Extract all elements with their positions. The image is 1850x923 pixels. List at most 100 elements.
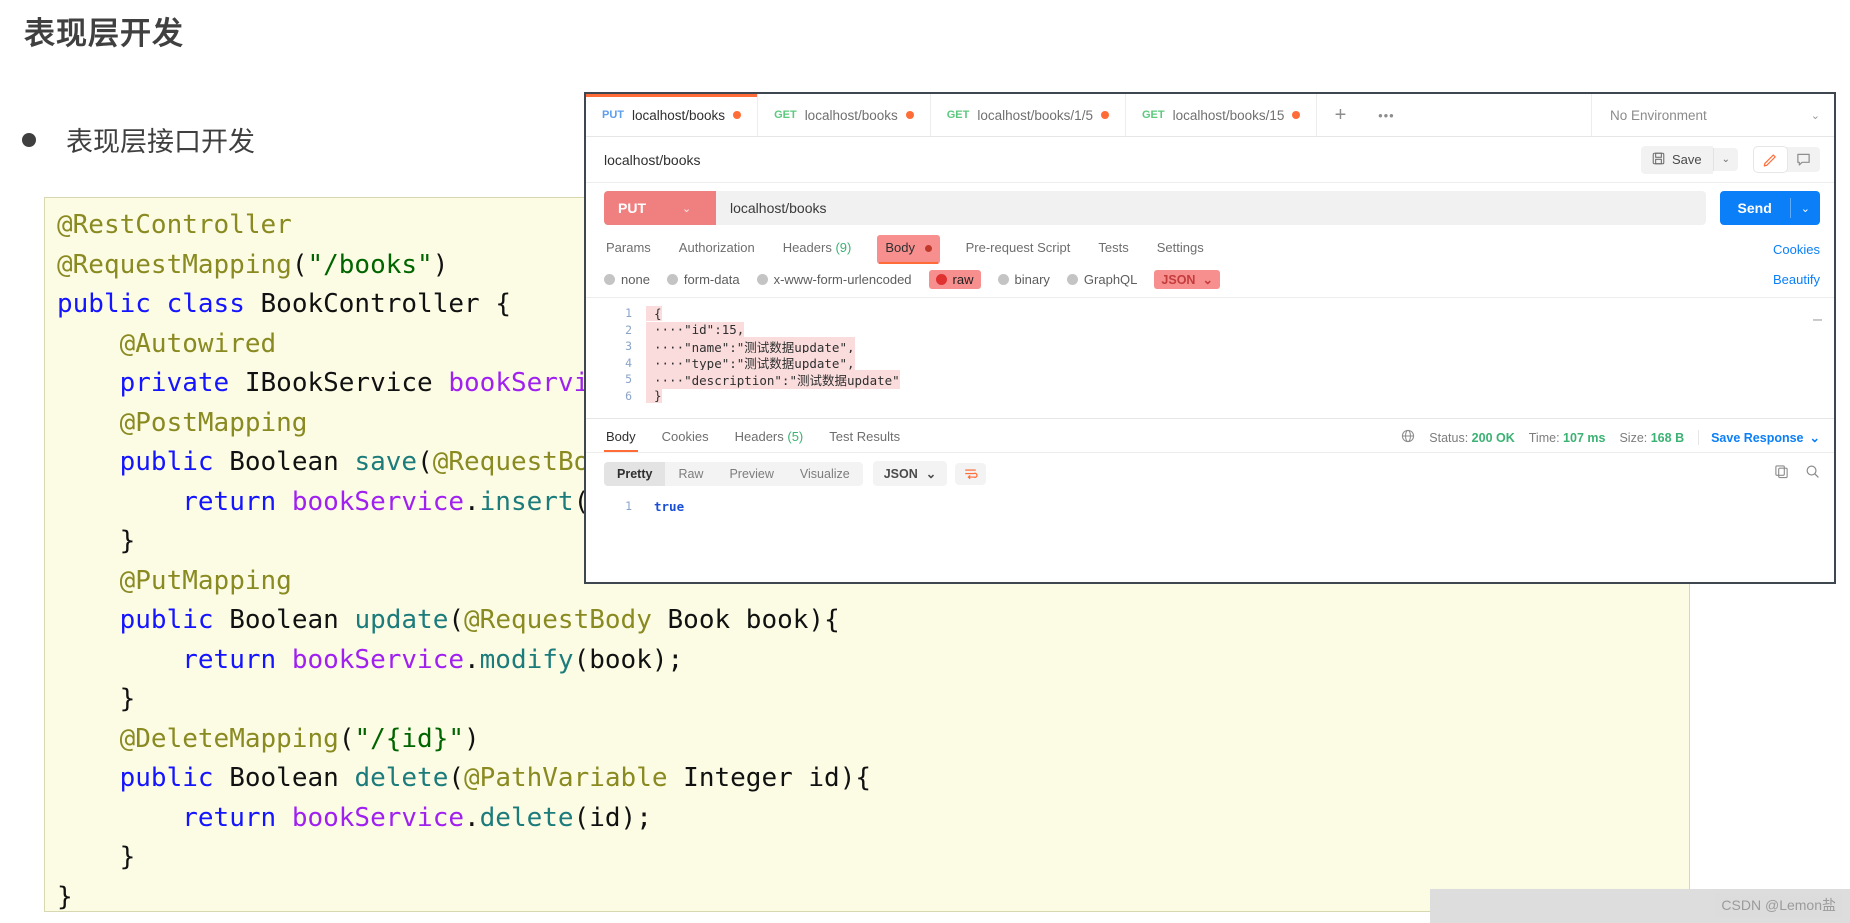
tab-method-label: PUT (602, 109, 624, 121)
tab-method-label: GET (1141, 109, 1165, 121)
unsaved-dot-icon (1292, 111, 1301, 119)
tab-method-label: GET (946, 109, 970, 121)
editor-line: 3 ····"name":"测试数据update", (586, 336, 1834, 356)
response-tab-headers[interactable]: Headers (5) (733, 423, 806, 452)
globe-icon (1401, 429, 1415, 446)
body-format-selector[interactable]: JSON ⌄ (1154, 270, 1220, 289)
tab-tests[interactable]: Tests (1096, 235, 1130, 264)
request-section-tabs: Params Authorization Headers (9) Body Pr… (586, 233, 1834, 264)
send-options-caret[interactable]: ⌄ (1789, 198, 1820, 218)
request-tab[interactable]: GET localhost/books (758, 94, 931, 136)
request-name-bar: localhost/books Save ⌄ (586, 137, 1834, 183)
save-button[interactable]: Save (1640, 145, 1713, 174)
tab-authorization[interactable]: Authorization (677, 235, 757, 264)
size-value: 168 B (1650, 430, 1685, 445)
unsaved-dot-icon (905, 111, 914, 119)
editor-line-number: 4 (625, 355, 632, 370)
request-tab[interactable]: GET localhost/books/1/5 (931, 94, 1126, 136)
watermark-label: CSDN @Lemon盐 (1715, 893, 1842, 917)
response-format-label: JSON (883, 466, 918, 481)
body-modified-dot-icon (924, 245, 932, 253)
tab-params[interactable]: Params (604, 235, 653, 264)
save-options-caret[interactable]: ⌄ (1712, 148, 1738, 171)
body-type-none[interactable]: none (604, 272, 650, 287)
response-section-tabs: Body Cookies Headers (5) Test Results St… (586, 419, 1834, 453)
bullet-item: 表现层接口开发 (22, 120, 255, 159)
response-line-number: 1 (625, 499, 632, 514)
editor-line: 4 ····"type":"测试数据update", (586, 353, 1834, 373)
response-tab-cookies[interactable]: Cookies (660, 423, 711, 452)
save-button-label: Save (1671, 152, 1702, 167)
editor-line: 1 { (586, 305, 1834, 322)
radio-icon (604, 274, 615, 285)
body-type-binary[interactable]: binary (997, 272, 1050, 287)
time-value: 107 ms (1563, 430, 1606, 445)
unsaved-dot-icon (1100, 111, 1109, 119)
radio-icon (666, 274, 678, 285)
editor-line-number: 5 (625, 372, 632, 387)
editor-line-text: ····"id":15, (646, 322, 745, 338)
view-mode-raw[interactable]: Raw (665, 462, 716, 486)
status-stat: Status: 200 OK (1429, 431, 1515, 445)
request-tab[interactable]: PUT localhost/books (586, 94, 759, 136)
body-type-raw[interactable]: raw (928, 270, 981, 289)
chevron-down-icon: ⌄ (1810, 109, 1820, 122)
bullet-label: 表现层接口开发 (66, 127, 255, 157)
body-type-urlencoded[interactable]: x-www-form-urlencoded (756, 272, 912, 287)
chevron-down-icon: ⌄ (925, 467, 937, 481)
wrap-lines-icon[interactable] (955, 462, 987, 485)
body-type-form-data[interactable]: form-data (666, 272, 740, 287)
tab-more-options-icon[interactable]: ••• (1363, 94, 1409, 136)
tab-url-label: localhost/books/1/5 (977, 107, 1093, 123)
response-tab-test-results[interactable]: Test Results (827, 423, 902, 452)
response-tab-body[interactable]: Body (604, 423, 638, 452)
body-type-row: none form-data x-www-form-urlencoded raw… (586, 264, 1834, 298)
url-row: PUT ⌄ localhost/books Send ⌄ (586, 183, 1834, 233)
request-tab-strip: PUT localhost/books GET localhost/books … (586, 94, 1834, 137)
bullet-dot-icon (22, 132, 36, 147)
view-mode-preview[interactable]: Preview (716, 462, 786, 486)
beautify-link[interactable]: Beautify (1773, 272, 1820, 287)
http-method-selector[interactable]: PUT ⌄ (604, 191, 716, 225)
collapse-icon[interactable]: — (1813, 310, 1822, 328)
add-tab-button[interactable]: + (1317, 94, 1363, 136)
tab-url-label: localhost/books/15 (1172, 107, 1285, 123)
response-format-selector[interactable]: JSON ⌄ (872, 461, 948, 486)
response-stats: Status: 200 OK Time: 107 ms Size: 168 B … (1401, 429, 1820, 446)
copy-icon[interactable] (1774, 464, 1789, 484)
tab-body-label: Body (885, 240, 915, 255)
radio-icon (1066, 274, 1078, 285)
search-icon[interactable] (1805, 464, 1820, 484)
body-format-label: JSON (1161, 272, 1196, 287)
edit-pencil-icon[interactable] (1754, 147, 1787, 172)
send-button[interactable]: Send (1720, 200, 1790, 216)
tab-body[interactable]: Body (877, 235, 940, 264)
view-mode-visualize[interactable]: Visualize (787, 462, 863, 486)
tab-pre-request-script[interactable]: Pre-request Script (964, 235, 1073, 264)
chevron-down-icon: ⌄ (1202, 273, 1213, 287)
http-method-label: PUT (618, 200, 646, 216)
tab-headers[interactable]: Headers (9) (781, 235, 854, 264)
comment-icon[interactable] (1787, 147, 1820, 172)
body-type-urlencoded-label: x-www-form-urlencoded (773, 272, 912, 287)
view-mode-pretty[interactable]: Pretty (604, 461, 666, 486)
unsaved-dot-icon (733, 111, 742, 119)
chevron-down-icon: ⌄ (682, 202, 692, 215)
tab-url-label: localhost/books (632, 107, 726, 123)
url-input[interactable]: localhost/books (716, 191, 1706, 225)
time-stat: Time: 107 ms (1529, 431, 1606, 445)
cookies-link[interactable]: Cookies (1773, 242, 1820, 257)
chevron-down-icon: ⌄ (1809, 431, 1820, 445)
body-type-graphql[interactable]: GraphQL (1066, 272, 1137, 287)
page-title: 表现层开发 (24, 16, 184, 51)
request-body-editor[interactable]: 1 { 2 ····"id":15, 3 ····"name":"测试数据upd… (586, 298, 1834, 419)
save-response-button[interactable]: Save Response ⌄ (1698, 430, 1820, 445)
tab-settings[interactable]: Settings (1155, 235, 1206, 264)
request-icon-group (1754, 147, 1820, 172)
editor-line-text: { (646, 305, 662, 321)
radio-icon (997, 274, 1009, 285)
tab-headers-count: (9) (835, 240, 852, 255)
tab-url-label: localhost/books (804, 107, 898, 123)
request-tab[interactable]: GET localhost/books/15 (1126, 94, 1318, 136)
environment-selector[interactable]: No Environment ⌄ (1591, 94, 1834, 136)
